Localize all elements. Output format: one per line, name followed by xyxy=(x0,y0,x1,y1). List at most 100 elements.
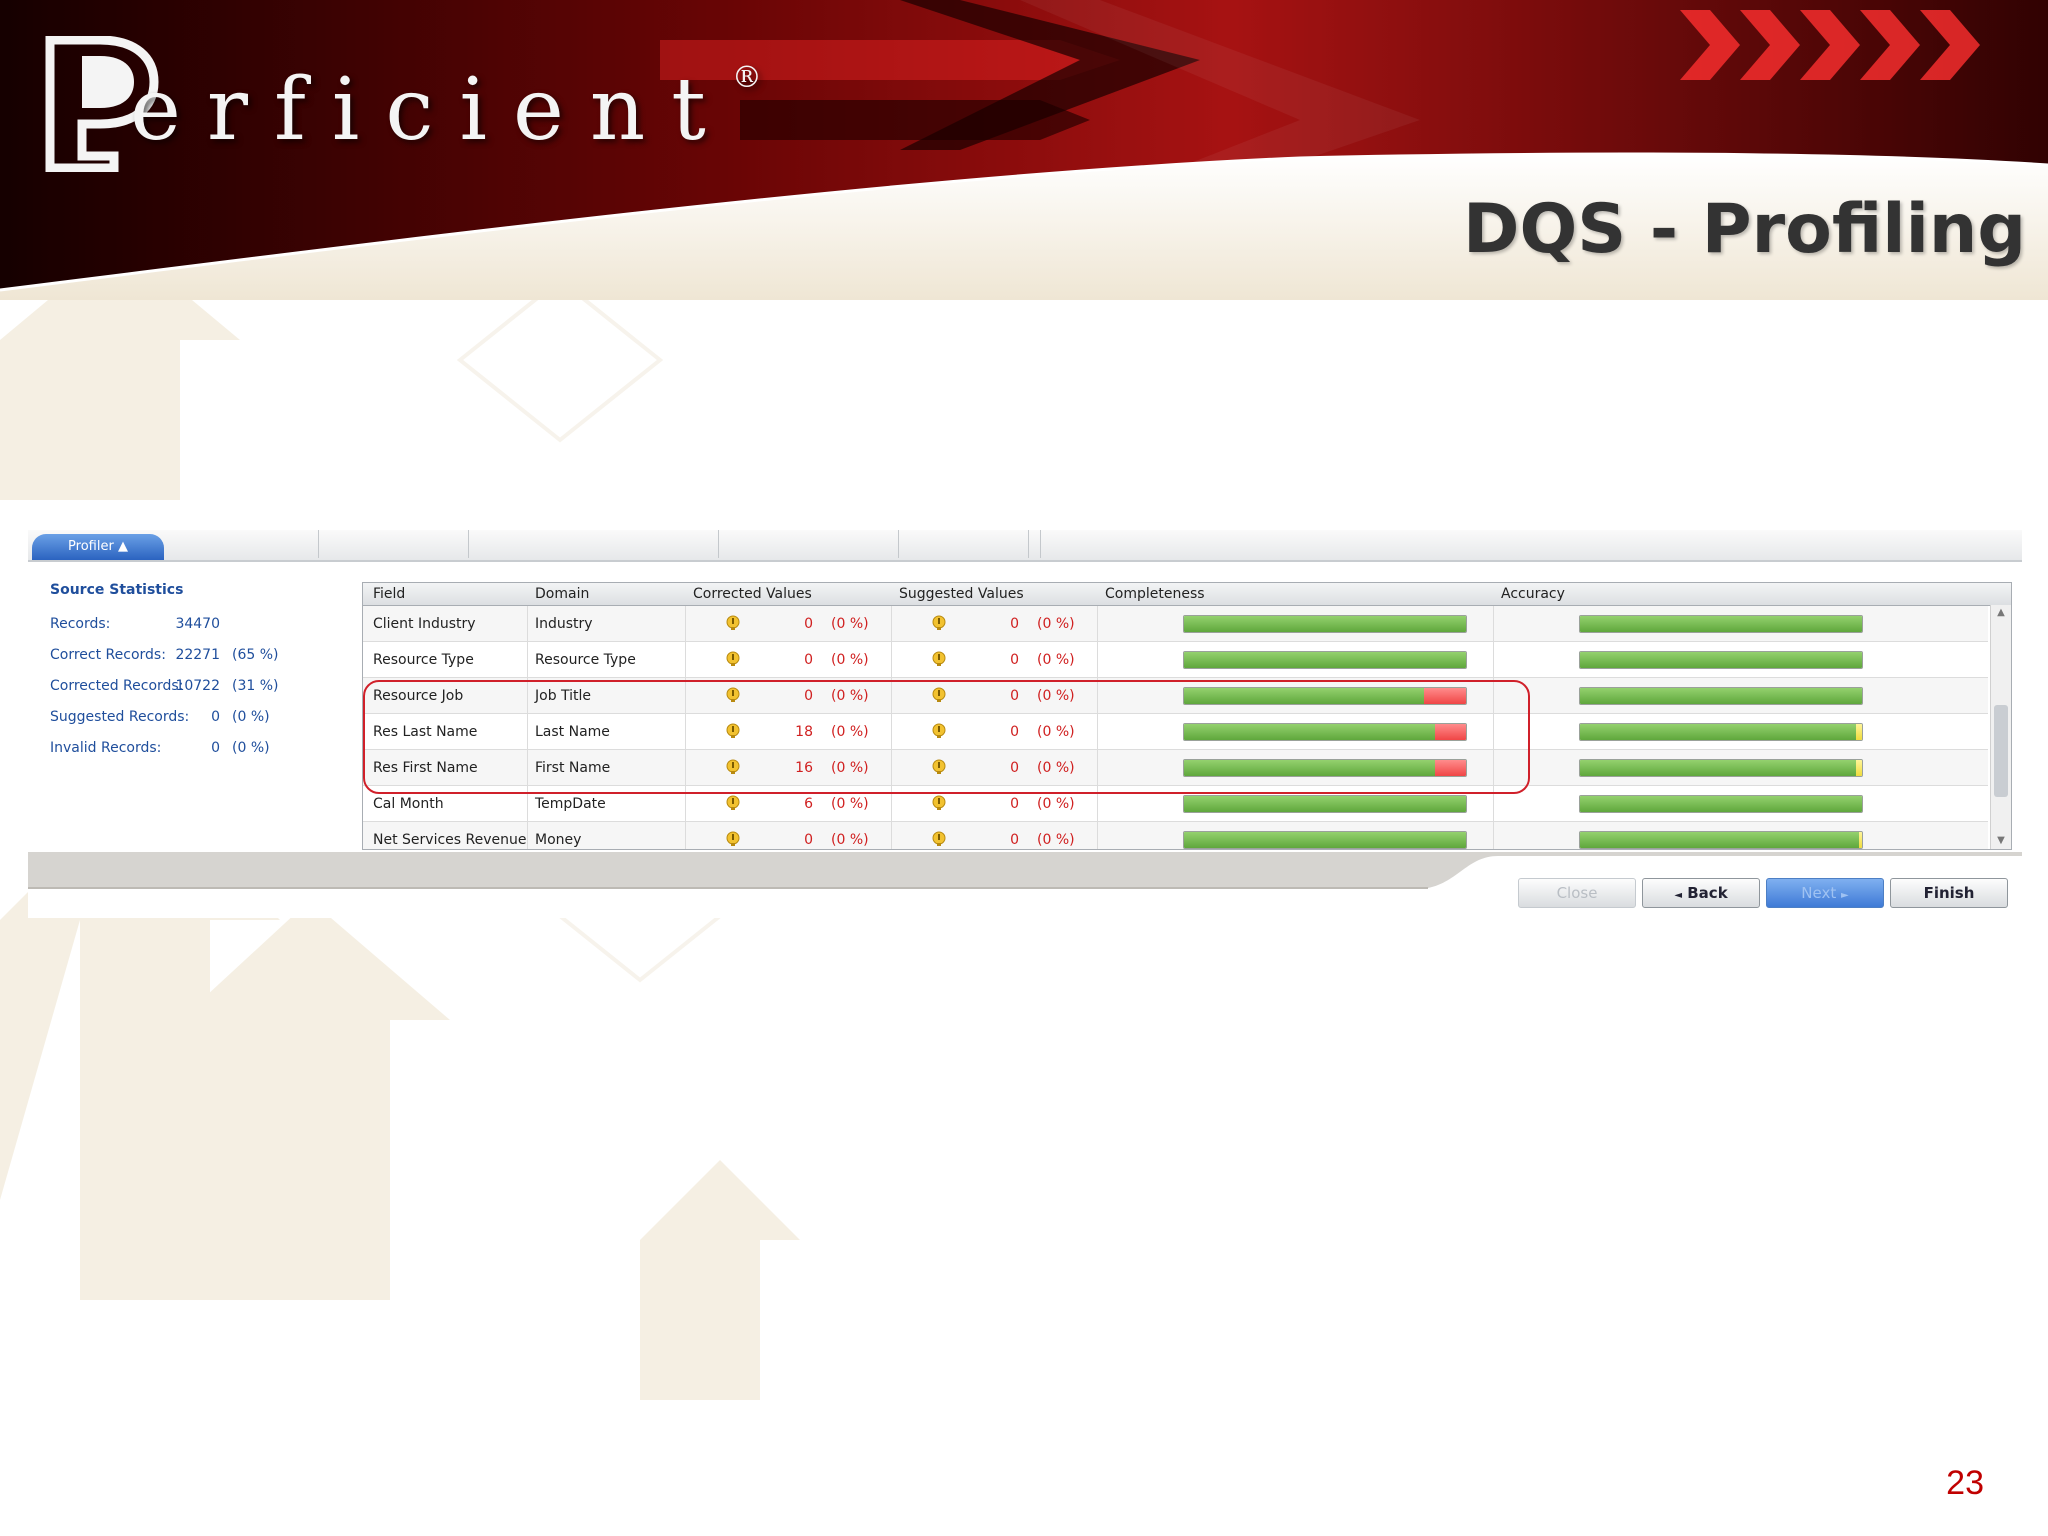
accuracy-fill xyxy=(1580,652,1862,668)
cell-suggested-pct: (0 %) xyxy=(1037,616,1075,632)
background-arrows xyxy=(0,300,800,1400)
next-button[interactable]: Next ► xyxy=(1766,878,1884,908)
cell-domain: Industry xyxy=(535,616,593,632)
source-statistics-panel: Source Statistics Records: 34470 Correct… xyxy=(50,582,279,756)
cell-corrected-count: 0 xyxy=(804,652,813,668)
logo-wordmark: erficient® xyxy=(130,60,762,160)
scroll-down-icon[interactable]: ▼ xyxy=(1995,835,2007,847)
column-header-accuracy[interactable]: Accuracy xyxy=(1501,586,1565,602)
suggested-values-bulb-icon[interactable] xyxy=(931,615,947,631)
accuracy-bar xyxy=(1579,795,1863,813)
accuracy-gap xyxy=(1856,760,1862,776)
accuracy-fill xyxy=(1580,688,1862,704)
cell-field: Client Industry xyxy=(373,616,476,632)
scroll-thumb[interactable] xyxy=(1994,705,2008,797)
cell-suggested-count: 0 xyxy=(1010,616,1019,632)
strip-column xyxy=(468,530,719,558)
strip-column xyxy=(1028,530,1041,558)
scroll-up-icon[interactable]: ▲ xyxy=(1995,607,2007,619)
corrected-values-bulb-icon[interactable] xyxy=(725,615,741,631)
cell-domain: TempDate xyxy=(535,796,606,812)
column-header-field[interactable]: Field xyxy=(373,586,405,602)
accuracy-bar xyxy=(1579,651,1863,669)
column-separator xyxy=(1097,822,1098,849)
cell-suggested-pct: (0 %) xyxy=(1037,652,1075,668)
slide-title: DQS - Profiling xyxy=(1463,190,2026,269)
accuracy-fill xyxy=(1580,724,1856,740)
suggested-values-bulb-icon[interactable] xyxy=(931,831,947,847)
column-separator xyxy=(891,606,892,641)
column-separator xyxy=(891,642,892,677)
corrected-values-bulb-icon[interactable] xyxy=(725,795,741,811)
back-arrow-icon: ◄ xyxy=(1674,890,1683,901)
column-separator xyxy=(891,822,892,849)
table-row[interactable]: Resource Type Resource Type 0 (0 %) 0 (0 %) xyxy=(363,642,1988,678)
strip-column xyxy=(318,530,469,558)
column-header-corrected-values[interactable]: Corrected Values xyxy=(693,586,812,602)
column-separator xyxy=(1493,822,1494,849)
cell-suggested-pct: (0 %) xyxy=(1037,832,1075,848)
completeness-bar xyxy=(1183,615,1467,633)
completeness-bar xyxy=(1183,795,1467,813)
column-separator xyxy=(527,822,528,849)
source-statistics-title: Source Statistics xyxy=(50,582,184,598)
column-header-domain[interactable]: Domain xyxy=(535,586,589,602)
page-number: 23 xyxy=(1946,1464,1984,1502)
suggested-values-bulb-icon[interactable] xyxy=(931,795,947,811)
column-separator xyxy=(527,642,528,677)
completeness-fill xyxy=(1184,652,1466,668)
grid-scrollbar[interactable]: ▲ ▼ xyxy=(1990,605,2011,849)
top-column-strip xyxy=(28,530,2022,562)
accuracy-bar xyxy=(1579,831,1863,849)
cell-corrected-pct: (0 %) xyxy=(831,832,869,848)
column-separator xyxy=(527,606,528,641)
cell-domain: Resource Type xyxy=(535,652,636,668)
accuracy-bar xyxy=(1579,759,1863,777)
accuracy-fill xyxy=(1580,796,1862,812)
column-header-suggested-values[interactable]: Suggested Values xyxy=(899,586,1024,602)
strip-column xyxy=(718,530,899,558)
cell-suggested-pct: (0 %) xyxy=(1037,796,1075,812)
chevron-up-icon: ▲ xyxy=(117,539,128,554)
cell-corrected-count: 0 xyxy=(804,616,813,632)
cell-domain: Money xyxy=(535,832,582,848)
back-button[interactable]: ◄ Back xyxy=(1642,878,1760,908)
close-button[interactable]: Close xyxy=(1518,878,1636,908)
column-separator xyxy=(685,606,686,641)
grid-header: Field Domain Corrected Values Suggested … xyxy=(363,583,2011,606)
accuracy-gap xyxy=(1856,724,1862,740)
column-separator xyxy=(685,642,686,677)
cell-corrected-count: 6 xyxy=(804,796,813,812)
table-row[interactable]: Client Industry Industry 0 (0 %) 0 (0 %) xyxy=(363,606,1988,642)
next-arrow-icon: ► xyxy=(1841,890,1849,901)
completeness-fill xyxy=(1184,616,1466,632)
accuracy-bar xyxy=(1579,687,1863,705)
column-separator xyxy=(1097,606,1098,641)
cell-corrected-pct: (0 %) xyxy=(831,796,869,812)
cell-corrected-count: 0 xyxy=(804,832,813,848)
column-separator xyxy=(1097,642,1098,677)
accuracy-fill xyxy=(1580,832,1859,848)
suggested-values-bulb-icon[interactable] xyxy=(931,651,947,667)
cell-suggested-count: 0 xyxy=(1010,832,1019,848)
completeness-bar xyxy=(1183,651,1467,669)
cell-corrected-pct: (0 %) xyxy=(831,652,869,668)
profiler-tab[interactable]: Profiler ▲ xyxy=(32,534,164,560)
strip-column xyxy=(898,530,1029,558)
highlight-annotation xyxy=(363,680,1530,794)
finish-button[interactable]: Finish xyxy=(1890,878,2008,908)
cell-field: Resource Type xyxy=(373,652,474,668)
cell-corrected-pct: (0 %) xyxy=(831,616,869,632)
corrected-values-bulb-icon[interactable] xyxy=(725,831,741,847)
completeness-fill xyxy=(1184,796,1466,812)
corrected-values-bulb-icon[interactable] xyxy=(725,651,741,667)
cell-suggested-count: 0 xyxy=(1010,652,1019,668)
strip-column xyxy=(168,530,319,558)
cell-suggested-count: 0 xyxy=(1010,796,1019,812)
column-header-completeness[interactable]: Completeness xyxy=(1105,586,1205,602)
accuracy-fill xyxy=(1580,760,1856,776)
column-separator xyxy=(685,822,686,849)
completeness-bar xyxy=(1183,831,1467,849)
table-row[interactable]: Net Services Revenue Money 0 (0 %) 0 (0 %) xyxy=(363,822,1988,849)
column-separator xyxy=(1493,606,1494,641)
